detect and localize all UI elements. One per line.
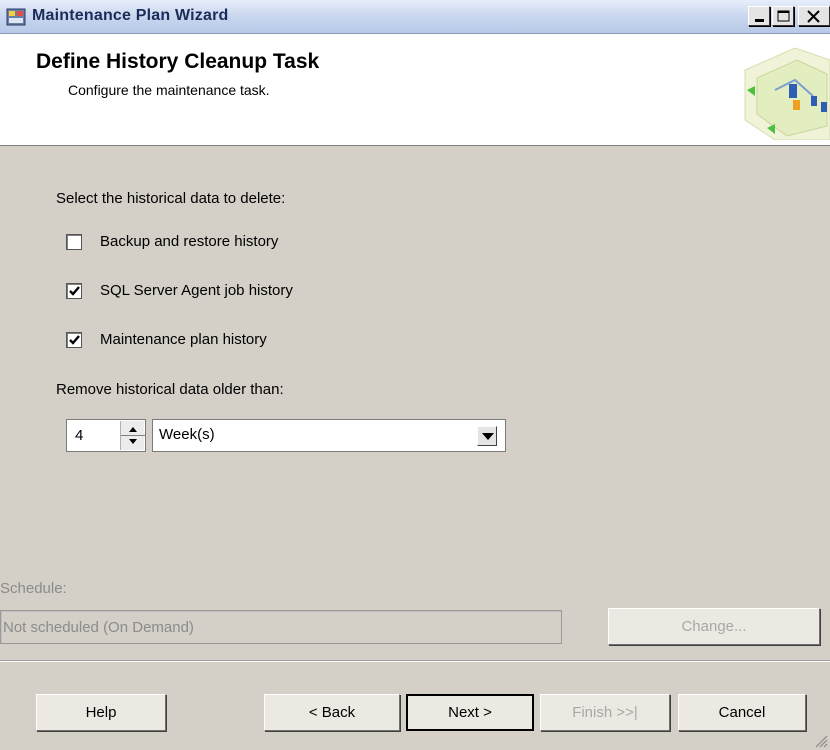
change-schedule-button[interactable]: Change... xyxy=(608,608,820,645)
next-button[interactable]: Next > xyxy=(406,694,534,731)
help-button[interactable]: Help xyxy=(36,694,166,731)
resize-grip-icon[interactable] xyxy=(814,734,828,748)
agent-job-history-label[interactable]: SQL Server Agent job history xyxy=(100,282,293,299)
retention-unit-select[interactable]: Week(s) xyxy=(152,419,506,452)
maximize-button[interactable] xyxy=(772,6,794,26)
retention-value[interactable]: 4 xyxy=(75,427,83,444)
spin-arrows-icon[interactable] xyxy=(120,421,145,450)
retention-value-stepper[interactable]: 4 xyxy=(66,419,146,452)
minimize-button[interactable] xyxy=(748,6,770,26)
title-bar[interactable]: Maintenance Plan Wizard xyxy=(0,0,830,34)
wizard-header: Define History Cleanup Task Configure th… xyxy=(0,34,830,146)
backup-restore-history-checkbox[interactable] xyxy=(66,234,82,250)
wizard-app-icon[interactable] xyxy=(6,7,26,27)
checkmark-icon xyxy=(69,335,80,345)
retention-unit-value: Week(s) xyxy=(159,426,215,443)
backup-restore-history-label[interactable]: Backup and restore history xyxy=(100,233,278,250)
schedule-field: Not scheduled (On Demand) xyxy=(0,610,562,644)
window-title: Maintenance Plan Wizard xyxy=(32,7,229,24)
chevron-down-icon xyxy=(482,433,494,440)
maximize-icon xyxy=(777,10,790,22)
maintenance-plan-history-checkbox[interactable] xyxy=(66,332,82,348)
close-button[interactable] xyxy=(798,6,830,26)
maintenance-plan-history-label[interactable]: Maintenance plan history xyxy=(100,331,267,348)
cancel-button[interactable]: Cancel xyxy=(678,694,806,731)
history-section-label: Select the historical data to delete: xyxy=(56,190,286,207)
retention-label: Remove historical data older than: xyxy=(56,381,284,398)
back-button[interactable]: < Back xyxy=(264,694,400,731)
checkmark-icon xyxy=(69,286,80,296)
dropdown-button[interactable] xyxy=(477,426,497,446)
agent-job-history-checkbox[interactable] xyxy=(66,283,82,299)
page-subtitle: Configure the maintenance task. xyxy=(68,82,270,98)
flowchart-graphic-icon xyxy=(735,40,830,141)
footer-divider xyxy=(0,660,830,662)
schedule-value: Not scheduled (On Demand) xyxy=(3,619,194,636)
finish-button[interactable]: Finish >>| xyxy=(540,694,670,731)
minimize-icon xyxy=(755,19,764,22)
close-icon xyxy=(807,10,820,23)
page-title: Define History Cleanup Task xyxy=(36,50,320,73)
schedule-label: Schedule: xyxy=(0,580,67,597)
